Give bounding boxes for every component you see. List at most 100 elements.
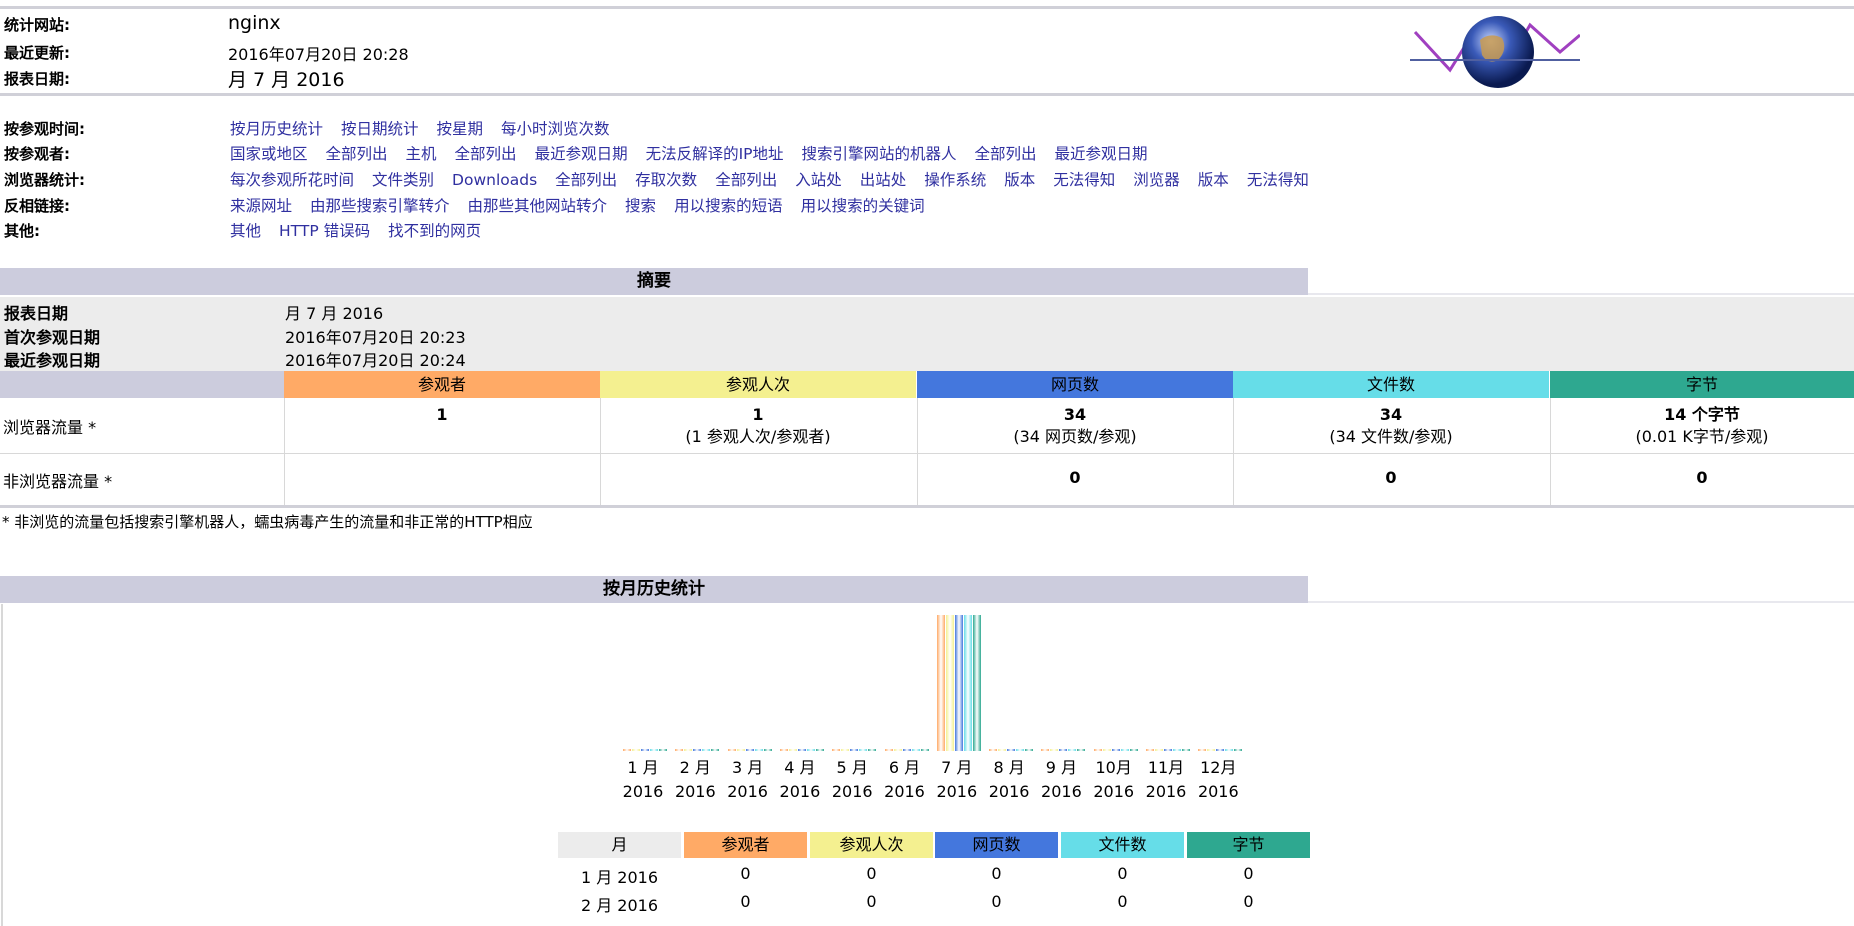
chart-month-label: 9 月 xyxy=(1045,758,1078,777)
chart-bar xyxy=(684,749,693,751)
nav-link[interactable]: 由那些其他网站转介 xyxy=(468,197,608,215)
chart-year-label: 2016 xyxy=(1093,782,1135,801)
chart-bar xyxy=(1016,749,1025,751)
chart-year-label: 2016 xyxy=(727,782,768,801)
chart-month-label: 4 月 xyxy=(784,758,816,777)
chart-bar xyxy=(1059,749,1068,751)
nav-link[interactable]: 无法得知 xyxy=(1247,171,1309,189)
nav-row-links: 来源网址 由那些搜索引擎转介 由那些其他网站转介 搜索 用以搜索的短语 用以搜索的关键词 xyxy=(230,194,943,216)
nav-link[interactable]: 无法得知 xyxy=(1053,171,1115,189)
chart-bar xyxy=(1041,749,1050,751)
nav-link[interactable]: 国家或地区 xyxy=(230,145,308,163)
browser-traffic-value: 1 xyxy=(436,405,448,424)
chart-year-label: 2016 xyxy=(884,782,925,801)
nonbrowser-traffic-label: 非浏览器流量 * xyxy=(3,472,113,491)
summary-bottom-rule xyxy=(0,505,1854,508)
nav-link[interactable]: 入站处 xyxy=(795,171,842,189)
chart-bar xyxy=(1225,749,1234,751)
monthly-table-cell: 0 xyxy=(740,892,751,911)
nav-link[interactable]: 全部列出 xyxy=(715,171,777,189)
chart-bar xyxy=(1120,749,1129,751)
chart-bar xyxy=(989,749,998,751)
chart-bar xyxy=(954,615,963,751)
nav-link[interactable]: 其他 xyxy=(230,222,261,240)
nav-link[interactable]: HTTP 错误码 xyxy=(279,222,370,240)
nav-link[interactable]: Downloads xyxy=(452,171,537,189)
chart-bar xyxy=(1129,749,1138,751)
chart-bar xyxy=(1077,749,1086,751)
chart-bar xyxy=(779,749,788,751)
chart-bar xyxy=(1025,749,1034,751)
monthly-table-cell: 0 xyxy=(1117,892,1128,911)
summary-last-label: 最近参观日期 xyxy=(4,351,101,370)
nav-link[interactable]: 全部列出 xyxy=(455,145,517,163)
nav-link[interactable]: 每小时浏览次数 xyxy=(501,120,610,138)
nav-link[interactable]: 版本 xyxy=(1198,171,1229,189)
chart-bar xyxy=(693,749,702,751)
nav-link[interactable]: 找不到的网页 xyxy=(388,222,481,240)
chart-bar xyxy=(1007,749,1016,751)
chart-bar xyxy=(868,749,877,751)
chart-month-label: 6 月 xyxy=(888,758,921,777)
monthly-table-header: 参观者 xyxy=(684,832,807,858)
nav-link[interactable]: 全部列出 xyxy=(326,145,388,163)
chart-bar xyxy=(702,749,711,751)
nav-link[interactable]: 无法反解译的IP地址 xyxy=(646,145,784,163)
nav-link[interactable]: 全部列出 xyxy=(555,171,617,189)
nav-link[interactable]: 搜索 xyxy=(625,197,656,215)
nav-link[interactable]: 用以搜索的短语 xyxy=(674,197,783,215)
chart-bar xyxy=(1207,749,1216,751)
chart-bar xyxy=(841,749,850,751)
chart-bar xyxy=(1068,749,1077,751)
chart-bar xyxy=(754,749,763,751)
monthly-table-cell: 1 月 2016 xyxy=(580,868,659,887)
nav-link[interactable]: 最近参观日期 xyxy=(1055,145,1148,163)
chart-bar xyxy=(736,749,745,751)
monthly-table-cell: 0 xyxy=(1243,892,1254,911)
chart-bar xyxy=(641,749,649,751)
nav-link[interactable]: 来源网址 xyxy=(230,197,292,215)
chart-bar xyxy=(650,749,658,751)
chart-bar xyxy=(727,749,736,751)
chart-bar xyxy=(1050,749,1059,751)
nav-link[interactable]: 出站处 xyxy=(860,171,907,189)
summary-dates-bg xyxy=(0,297,1854,371)
nav-link[interactable]: 主机 xyxy=(406,145,437,163)
nav-link[interactable]: 用以搜索的关键词 xyxy=(801,197,925,215)
nav-link[interactable]: 由那些搜索引擎转介 xyxy=(310,197,450,215)
browser-traffic-value: 1 (1 参观人次/参观者) xyxy=(685,405,831,446)
monthly-table-header: 月 xyxy=(558,832,681,858)
monthly-table-header: 参观人次 xyxy=(810,832,933,858)
nav-link[interactable]: 文件类别 xyxy=(372,171,434,189)
nav-link[interactable]: 版本 xyxy=(1004,171,1035,189)
nav-link[interactable]: 操作系统 xyxy=(924,171,986,189)
chart-bar xyxy=(1093,749,1102,751)
chart-bar xyxy=(623,749,631,751)
chart-bar xyxy=(1146,749,1154,751)
nav-link[interactable]: 按月历史统计 xyxy=(230,120,323,138)
monthly-table-cell: 0 xyxy=(866,864,877,883)
chart-bar xyxy=(911,749,920,751)
summary-col-header: 参观人次 xyxy=(600,371,916,398)
chart-year-label: 2016 xyxy=(988,782,1030,801)
header-rule xyxy=(0,93,1854,96)
chart-month-label: 5 月 xyxy=(836,758,868,777)
summary-first-value: 2016年07月20日 20:23 xyxy=(285,328,466,347)
nav-link[interactable]: 按星期 xyxy=(437,120,484,138)
monthly-table-cell: 0 xyxy=(866,892,877,911)
chart-bar xyxy=(745,749,754,751)
nav-link[interactable]: 存取次数 xyxy=(635,171,697,189)
nav-link[interactable]: 最近参观日期 xyxy=(535,145,628,163)
nav-link[interactable]: 按日期统计 xyxy=(341,120,419,138)
nav-row-links: 国家或地区 全部列出 主机 全部列出 最近参观日期 无法反解译的IP地址 搜索引擎网站的机器… xyxy=(230,142,1166,164)
monthly-table-header: 网页数 xyxy=(935,832,1058,858)
nav-row-links: 其他 HTTP 错误码 找不到的网页 xyxy=(230,219,499,241)
nav-link[interactable]: 每次参观所花时间 xyxy=(230,171,354,189)
nav-link[interactable]: 浏览器 xyxy=(1133,171,1180,189)
nav-link[interactable]: 搜索引擎网站的机器人 xyxy=(802,145,957,163)
nav-link[interactable]: 全部列出 xyxy=(975,145,1037,163)
chart-month-label: 12月 xyxy=(1200,758,1237,777)
browser-traffic-label: 浏览器流量 * xyxy=(3,418,97,437)
chart-bar xyxy=(806,749,815,751)
summary-col-header: 参观者 xyxy=(284,371,600,398)
